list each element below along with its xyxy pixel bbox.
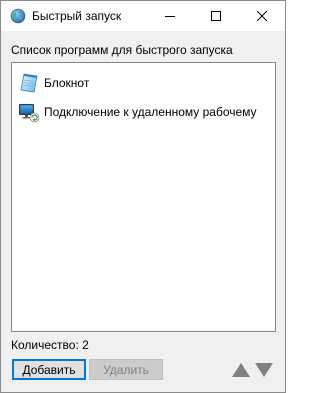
add-button[interactable]: Добавить: [12, 359, 86, 380]
minimize-button[interactable]: [147, 1, 193, 31]
maximize-button[interactable]: [193, 1, 239, 31]
list-caption: Список программ для быстрого запуска: [11, 43, 233, 57]
arrow-up-icon: [231, 363, 250, 377]
remove-button[interactable]: Удалить: [89, 359, 163, 380]
arrow-down-icon: [254, 363, 273, 377]
list-item-notepad[interactable]: Блокнот: [18, 72, 89, 94]
window-title: Быстрый запуск: [32, 9, 122, 23]
close-icon: [257, 11, 267, 21]
quick-launch-window: Быстрый запуск Список программ для быстр…: [0, 0, 286, 393]
minimize-icon: [165, 16, 175, 17]
globe-icon: [10, 8, 26, 24]
move-down-button[interactable]: [253, 360, 274, 380]
item-count: Количество: 2: [11, 338, 89, 352]
program-list[interactable]: Блокнот Подключение к удаленному рабочем…: [11, 62, 276, 332]
remote-desktop-icon: [19, 104, 40, 123]
close-button[interactable]: [239, 1, 285, 31]
list-item-label: Подключение к удаленному рабочему: [44, 105, 257, 119]
title-bar[interactable]: Быстрый запуск: [1, 1, 285, 31]
move-up-button[interactable]: [230, 360, 251, 380]
maximize-icon: [211, 11, 221, 21]
list-item-remote-desktop[interactable]: Подключение к удаленному рабочему: [18, 101, 257, 123]
notepad-icon: [20, 73, 38, 93]
list-item-label: Блокнот: [44, 76, 90, 90]
